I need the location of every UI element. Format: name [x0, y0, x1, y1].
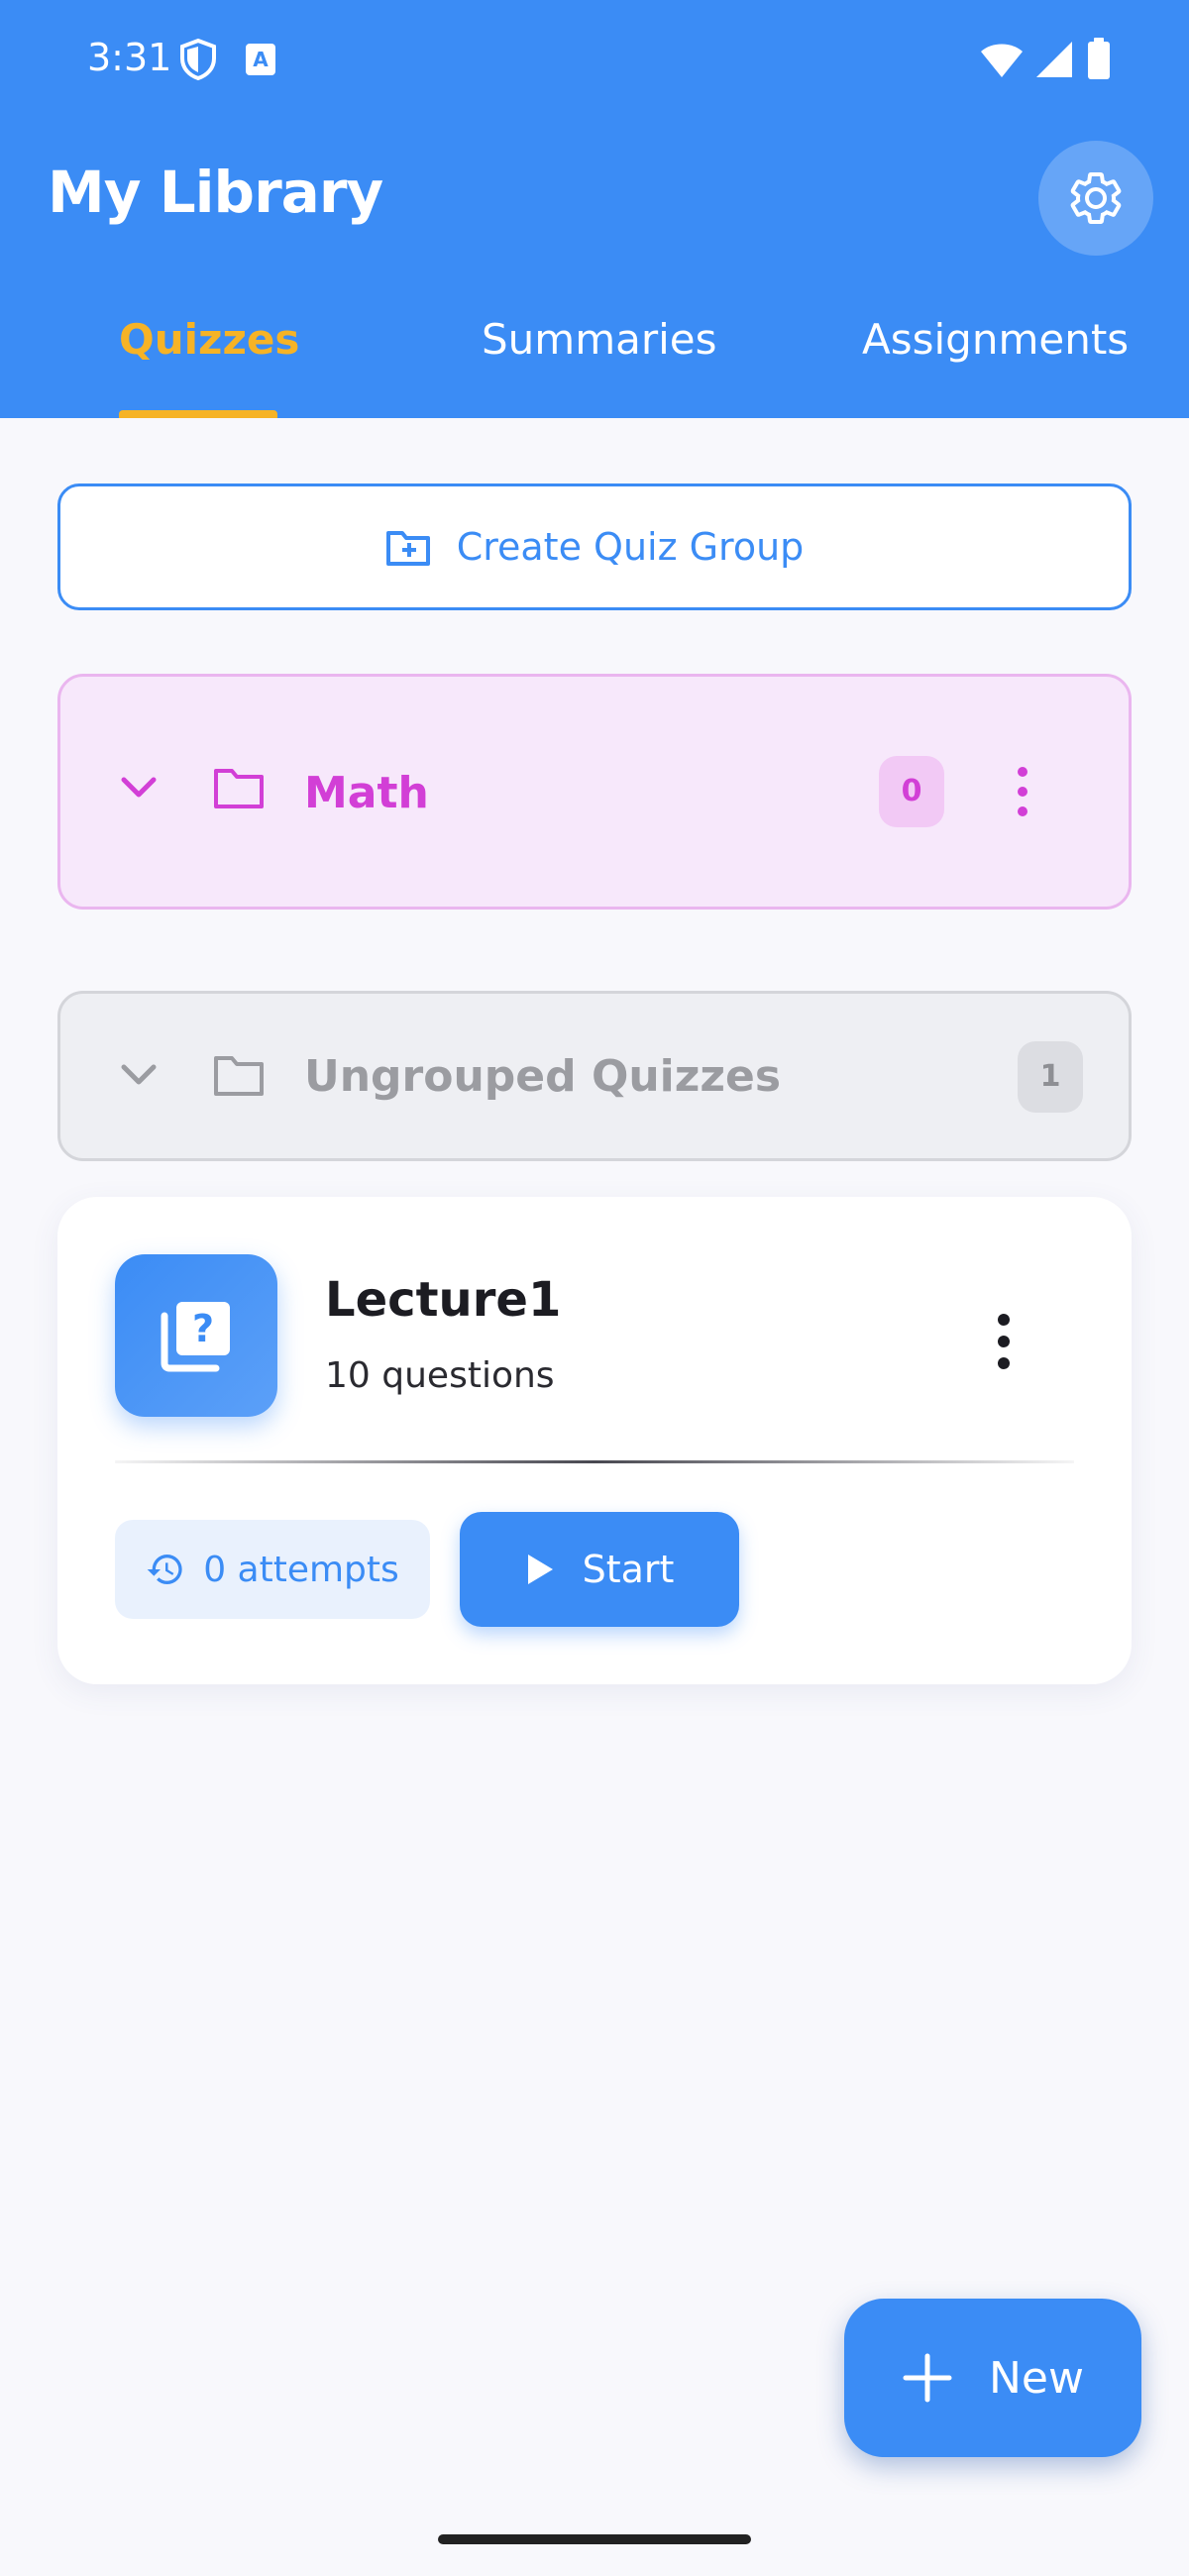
- battery-icon: [1088, 38, 1110, 79]
- group-math[interactable]: Math 0: [57, 674, 1132, 910]
- group-count-badge: 0: [879, 756, 944, 827]
- start-label: Start: [582, 1548, 675, 1591]
- page-title: My Library: [48, 159, 383, 226]
- group-count-badge: 1: [1018, 1041, 1083, 1113]
- home-indicator[interactable]: [438, 2534, 751, 2544]
- wifi-icon: [981, 44, 1023, 77]
- divider: [115, 1460, 1074, 1463]
- status-bar: 3:31 A: [0, 0, 1189, 119]
- new-fab-button[interactable]: New: [844, 2299, 1141, 2457]
- group-ungrouped[interactable]: Ungrouped Quizzes 1: [57, 991, 1132, 1161]
- folder-plus-icon: [385, 531, 430, 566]
- status-time: 3:31: [87, 36, 172, 79]
- shield-icon: [180, 38, 216, 81]
- active-tab-indicator: [119, 410, 277, 418]
- svg-text:?: ?: [192, 1307, 214, 1350]
- app-header: 3:31 A My Library Quizzes Summaries Assi…: [0, 0, 1189, 418]
- more-vert-icon[interactable]: [1008, 760, 1037, 823]
- signal-icon: [1036, 42, 1072, 77]
- folder-icon: [214, 769, 264, 808]
- plus-icon: [903, 2353, 952, 2403]
- tab-summaries[interactable]: Summaries: [482, 315, 717, 364]
- chevron-down-icon[interactable]: [120, 776, 158, 800]
- quiz-question-icon: ?: [161, 1302, 230, 1372]
- more-vert-icon[interactable]: [989, 1308, 1019, 1375]
- history-icon: [147, 1555, 182, 1584]
- chevron-down-icon[interactable]: [120, 1063, 158, 1087]
- settings-button[interactable]: [1038, 141, 1153, 256]
- tab-quizzes[interactable]: Quizzes: [119, 315, 299, 364]
- attempts-chip[interactable]: 0 attempts: [115, 1520, 430, 1619]
- group-name: Math: [304, 768, 429, 818]
- quiz-card[interactable]: ? Lecture1 10 questions 0 attempts Start: [57, 1197, 1132, 1684]
- play-icon: [527, 1555, 553, 1584]
- create-quiz-group-label: Create Quiz Group: [456, 525, 805, 569]
- a-badge-icon: A: [246, 44, 275, 75]
- fab-label: New: [989, 2352, 1084, 2404]
- question-count: 10 questions: [325, 1355, 555, 1396]
- gear-icon: [1070, 172, 1122, 224]
- start-button[interactable]: Start: [460, 1512, 739, 1627]
- attempts-label: 0 attempts: [203, 1549, 399, 1590]
- create-quiz-group-button[interactable]: Create Quiz Group: [57, 483, 1132, 610]
- quiz-title: Lecture1: [325, 1272, 562, 1328]
- group-name: Ungrouped Quizzes: [304, 1051, 782, 1102]
- quiz-icon: ?: [115, 1254, 277, 1417]
- folder-icon: [214, 1056, 264, 1096]
- tab-assignments[interactable]: Assignments: [862, 315, 1129, 364]
